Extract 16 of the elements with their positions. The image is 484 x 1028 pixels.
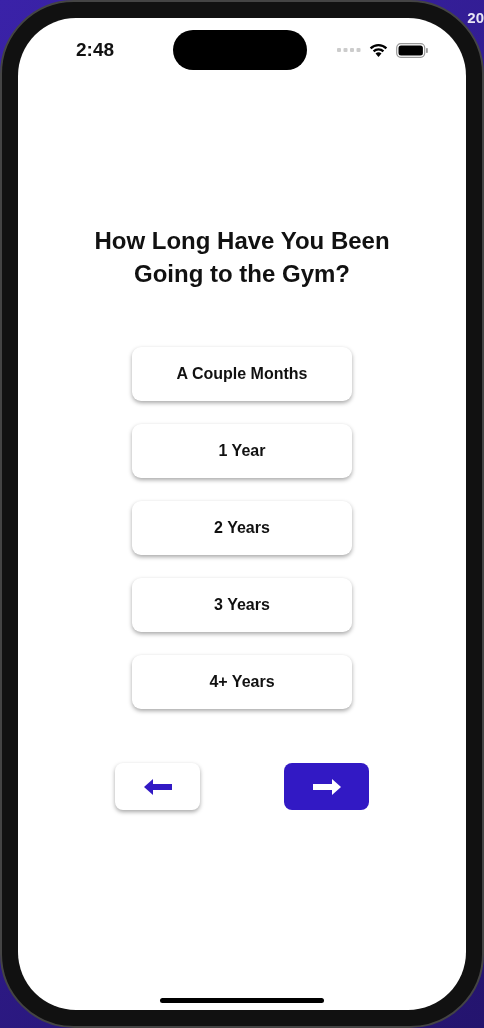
answer-option[interactable]: 4+ Years [132, 655, 352, 709]
back-button[interactable] [115, 763, 200, 810]
right-arrow-icon [311, 777, 342, 796]
answer-option[interactable]: 3 Years [132, 578, 352, 632]
battery-icon [396, 42, 428, 58]
answer-option[interactable]: 2 Years [132, 501, 352, 555]
question-title: Going to the Gym? [133, 259, 351, 289]
desktop-text: 20 [467, 8, 484, 27]
left-arrow-icon [142, 777, 173, 796]
wifi-icon [369, 43, 388, 57]
answer-option[interactable]: 1 Year [132, 424, 352, 478]
status-time: 2:48 [76, 39, 116, 61]
signal-icon [337, 47, 361, 53]
next-button[interactable] [284, 763, 369, 810]
question-title: How Long Have You Been [94, 226, 390, 256]
answer-option[interactable]: A Couple Months [132, 347, 352, 401]
